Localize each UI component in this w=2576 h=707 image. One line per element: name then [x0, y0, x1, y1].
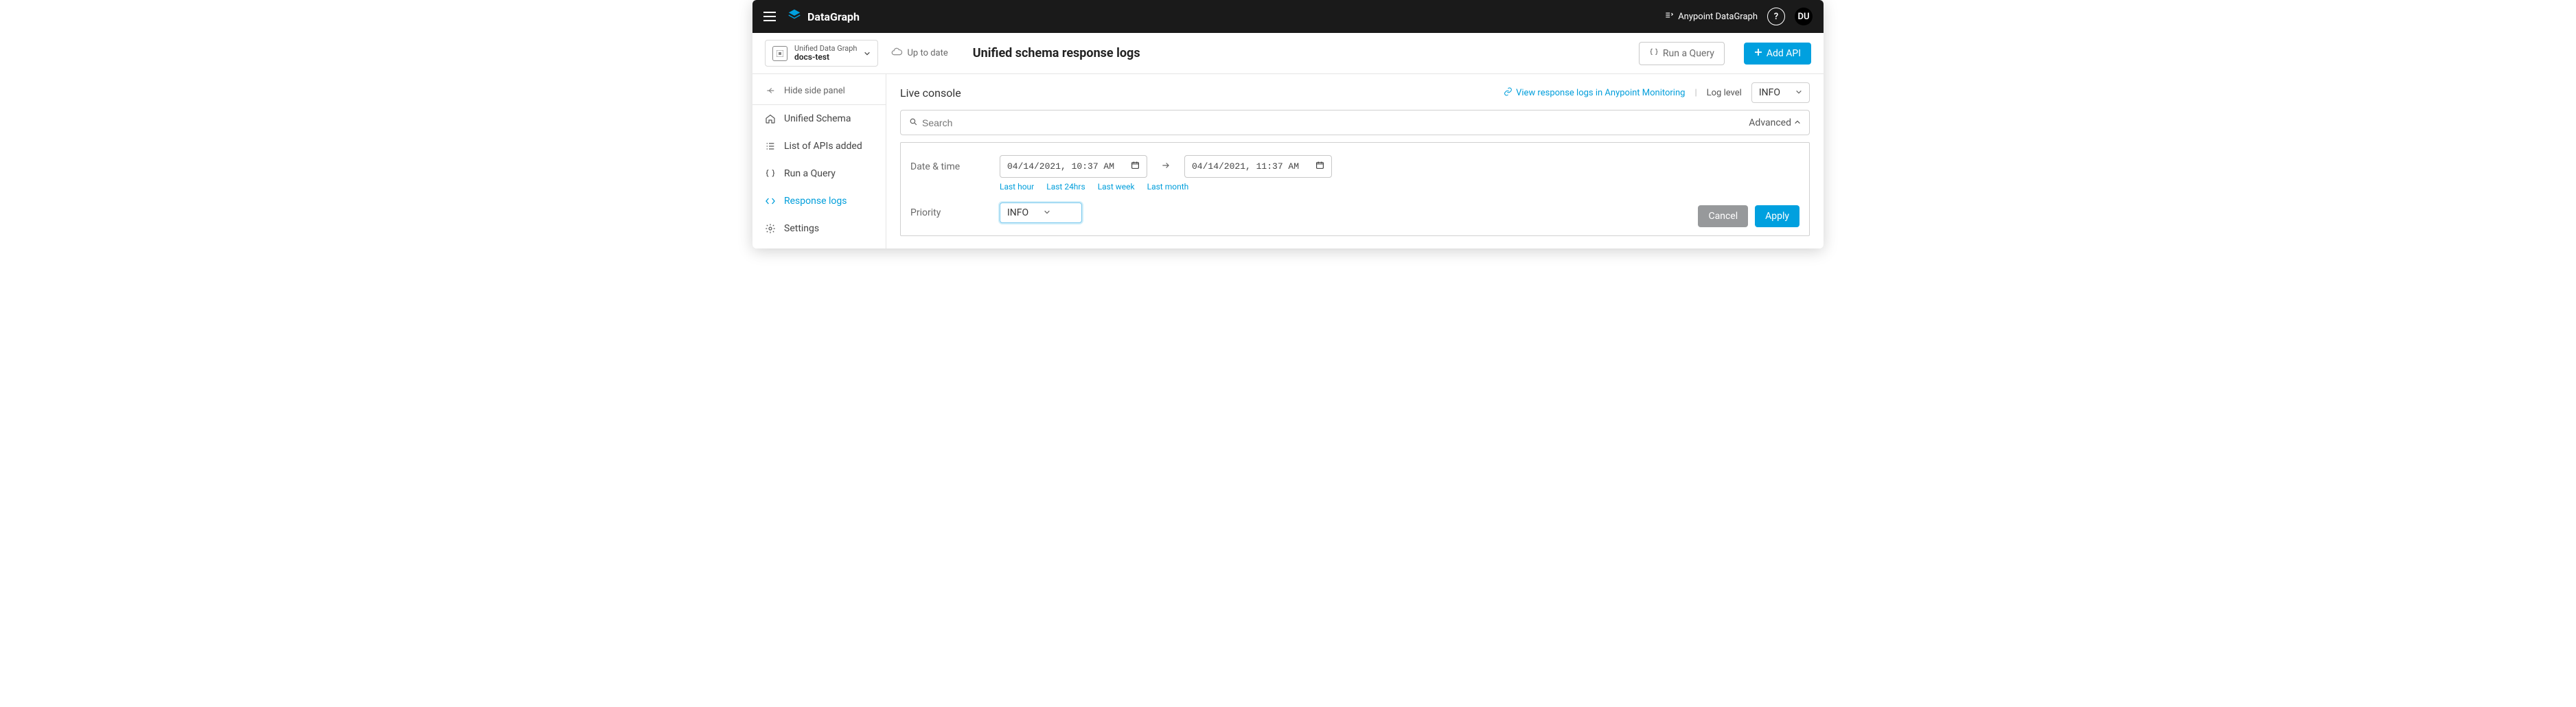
quick-range-links: Last hour Last 24hrs Last week Last mont… [1000, 182, 1799, 192]
advanced-label: Advanced [1749, 117, 1791, 128]
run-query-button[interactable]: Run a Query [1639, 42, 1725, 65]
datetime-to[interactable]: 04/14/2021, 11:37 AM [1184, 155, 1332, 178]
brand-text: DataGraph [807, 10, 860, 23]
datetime-from-value: 04/14/2021, 10:37 AM [1007, 161, 1114, 172]
loglevel-value: INFO [1759, 87, 1780, 98]
breadcrumb[interactable]: Anypoint DataGraph [1664, 10, 1758, 23]
sidebar-item-label: Response logs [784, 196, 847, 207]
priority-select[interactable]: INFO [1000, 202, 1082, 223]
priority-label: Priority [910, 207, 986, 218]
console-title: Live console [900, 86, 961, 100]
monitoring-link[interactable]: View response logs in Anypoint Monitorin… [1504, 87, 1685, 99]
sidebar-item-label: List of APIs added [784, 141, 862, 152]
datetime-to-value: 04/14/2021, 11:37 AM [1192, 161, 1299, 172]
cloud-status: Up to date [890, 46, 947, 61]
datetime-label: Date & time [910, 161, 986, 172]
topbar-left: DataGraph [763, 8, 860, 25]
hide-side-panel[interactable]: Hide side panel [752, 77, 886, 105]
datetime-from[interactable]: 04/14/2021, 10:37 AM [1000, 155, 1147, 178]
filter-row-datetime: Date & time 04/14/2021, 10:37 AM 04/14/2… [910, 155, 1799, 178]
search-input[interactable] [922, 117, 1749, 128]
sidebar-item-label: Settings [784, 223, 819, 234]
topbar-right: Anypoint DataGraph ? DU [1664, 8, 1813, 25]
project-bottom: docs-test [794, 53, 857, 62]
filter-row-priority: Priority INFO [910, 202, 1799, 223]
link-icon [1504, 87, 1513, 99]
avatar[interactable]: DU [1795, 8, 1813, 25]
help-icon[interactable]: ? [1767, 8, 1785, 25]
advanced-toggle[interactable]: Advanced [1749, 117, 1801, 128]
cloud-icon [890, 46, 903, 61]
chevron-down-icon [864, 47, 871, 60]
console-header: Live console View response logs in Anypo… [900, 82, 1810, 103]
hamburger-icon[interactable] [763, 12, 776, 21]
priority-value: INFO [1007, 207, 1028, 218]
list-icon [765, 141, 776, 152]
loglevel-select[interactable]: INFO [1751, 82, 1810, 103]
chevron-up-icon [1794, 117, 1801, 128]
monitoring-link-text: View response logs in Anypoint Monitorin… [1516, 88, 1685, 98]
quick-last-month[interactable]: Last month [1147, 182, 1189, 192]
stack-icon [1664, 10, 1674, 23]
sidebar-item-label: Unified Schema [784, 113, 851, 124]
app-frame: DataGraph Anypoint DataGraph ? DU Unifie… [752, 0, 1824, 248]
quick-last-week[interactable]: Last week [1098, 182, 1135, 192]
braces-icon [1649, 47, 1659, 60]
sidebar-item-unified-schema[interactable]: Unified Schema [752, 105, 886, 132]
brand: DataGraph [787, 8, 860, 25]
breadcrumb-text: Anypoint DataGraph [1678, 12, 1758, 22]
add-api-label: Add API [1767, 48, 1801, 59]
chevron-down-icon [1044, 207, 1050, 218]
sidebar-item-response-logs[interactable]: Response logs [752, 187, 886, 215]
main: Live console View response logs in Anypo… [886, 74, 1824, 248]
project-lines: Unified Data Graph docs-test [794, 45, 857, 62]
home-icon [765, 113, 776, 124]
calendar-icon [1131, 161, 1140, 172]
console-header-right: View response logs in Anypoint Monitorin… [1504, 82, 1810, 103]
add-api-button[interactable]: Add API [1744, 43, 1811, 65]
sidebar-item-run-query[interactable]: Run a Query [752, 160, 886, 187]
gear-icon [765, 223, 776, 234]
cloud-status-text: Up to date [907, 48, 947, 58]
sidebar-item-settings[interactable]: Settings [752, 215, 886, 242]
code-icon [765, 196, 776, 207]
logo-icon [787, 8, 802, 25]
body: Hide side panel Unified Schema List of A… [752, 74, 1824, 248]
sidebar-item-api-list[interactable]: List of APIs added [752, 132, 886, 160]
quick-last-24hrs[interactable]: Last 24hrs [1046, 182, 1085, 192]
separator: | [1694, 88, 1697, 98]
hide-side-panel-label: Hide side panel [784, 86, 845, 96]
arrow-left-icon [765, 85, 776, 96]
project-icon [772, 46, 787, 61]
braces-icon [765, 168, 776, 179]
chevron-down-icon [1795, 87, 1802, 98]
panel-actions: Cancel Apply [1698, 205, 1799, 227]
apply-button[interactable]: Apply [1755, 205, 1799, 227]
quick-last-hour[interactable]: Last hour [1000, 182, 1034, 192]
calendar-icon [1315, 161, 1324, 172]
search-bar: Advanced [900, 110, 1810, 135]
plus-icon [1754, 48, 1762, 59]
project-selector[interactable]: Unified Data Graph docs-test [765, 40, 878, 67]
run-query-label: Run a Query [1663, 48, 1714, 59]
topbar: DataGraph Anypoint DataGraph ? DU [752, 0, 1824, 33]
arrow-right-icon [1161, 160, 1171, 173]
filters-panel: Date & time 04/14/2021, 10:37 AM 04/14/2… [900, 142, 1810, 236]
search-icon [909, 116, 918, 129]
sidebar-item-label: Run a Query [784, 168, 836, 179]
header-row: Unified Data Graph docs-test Up to date … [752, 33, 1824, 74]
page-title: Unified schema response logs [973, 46, 1140, 60]
sidebar: Hide side panel Unified Schema List of A… [752, 74, 886, 248]
loglevel-label: Log level [1707, 88, 1742, 98]
cancel-button[interactable]: Cancel [1698, 205, 1748, 227]
